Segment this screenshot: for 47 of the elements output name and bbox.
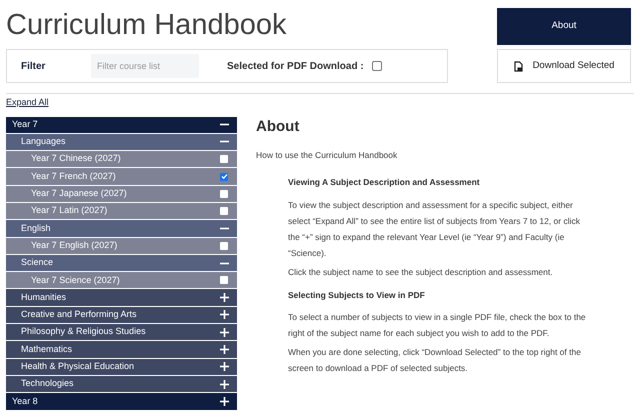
expand-icon[interactable]	[220, 345, 229, 354]
download-selected-button[interactable]: Download Selected	[497, 49, 631, 83]
year-row[interactable]: Year 8	[6, 393, 237, 410]
expand-icon[interactable]	[220, 310, 229, 320]
page-title: Curriculum Handbook	[6, 8, 286, 43]
pdf-file-icon	[514, 60, 523, 72]
pdf-filter-label: Selected for PDF Download :	[227, 60, 364, 74]
subject-row[interactable]: Year 7 Chinese (2027)	[6, 151, 237, 168]
subject-checkbox[interactable]	[220, 190, 228, 198]
subject-row[interactable]: Year 7 French (2027)	[6, 168, 237, 185]
subject-row[interactable]: Year 7 English (2027)	[6, 238, 237, 254]
expand-icon[interactable]	[220, 396, 229, 406]
faculty-row[interactable]: Health & Physical Education	[6, 358, 237, 375]
faculty-row[interactable]: Science	[6, 254, 237, 272]
faculty-row[interactable]: English	[6, 220, 237, 237]
faculty-row[interactable]: Languages	[6, 134, 237, 150]
section-heading: Selecting Subjects to View in PDF	[288, 288, 426, 302]
filter-label: Filter	[21, 60, 46, 74]
pdf-checkbox[interactable]	[372, 61, 382, 71]
expand-icon[interactable]	[220, 362, 229, 372]
year-row[interactable]: Year 7	[6, 116, 237, 133]
faculty-row[interactable]: Technologies	[6, 376, 237, 392]
section-heading: Viewing A Subject Description and Assessment	[288, 176, 481, 189]
subject-row[interactable]: Year 7 Science (2027)	[6, 272, 237, 288]
faculty-row[interactable]: Mathematics	[6, 341, 237, 358]
paragraph: Click the subject name to see the subject description and assessment.	[288, 266, 554, 279]
subject-checkbox[interactable]	[220, 207, 228, 216]
about-button[interactable]: About	[497, 8, 631, 45]
paragraph: To select a number of subjects to view in a single PDF file, check the box to the right of the subject name for each subject you wish to add to the PDF.	[288, 311, 587, 340]
filter-field[interactable]: Filter course list	[91, 54, 199, 78]
subject-row[interactable]: Year 7 Latin (2027)	[6, 202, 237, 220]
about-heading: About	[256, 116, 300, 136]
faculty-row[interactable]: Philosophy & Religious Studies	[6, 324, 237, 340]
subject-checkbox[interactable]	[220, 155, 228, 164]
subject-checkbox[interactable]	[220, 242, 228, 250]
expand-all-link[interactable]: Expand All	[6, 96, 49, 110]
expand-icon[interactable]	[220, 328, 229, 337]
paragraph: To view the subject description and assessment for a specific subject, either select “Expand All” to see the entire list of subjects from Years 7 to 12, or click the “+” sign to expand the relevant Year Level (ie “Year 9”) and Faculty (ie “Science).	[288, 198, 581, 260]
subject-checkbox[interactable]	[220, 172, 228, 181]
expand-icon[interactable]	[220, 380, 229, 389]
expand-icon[interactable]	[220, 293, 229, 302]
paragraph: When you are done selecting, click “Download Selected” to the top right of the screen to download a PDF of selected subjects.	[288, 346, 582, 376]
intro-text: How to use the Curriculum Handbook	[256, 149, 398, 162]
faculty-row[interactable]: Humanities	[6, 289, 237, 306]
subject-row[interactable]: Year 7 Japanese (2027)	[6, 186, 237, 202]
subject-checkbox[interactable]	[220, 276, 228, 284]
faculty-row[interactable]: Creative and Performing Arts	[6, 306, 237, 324]
